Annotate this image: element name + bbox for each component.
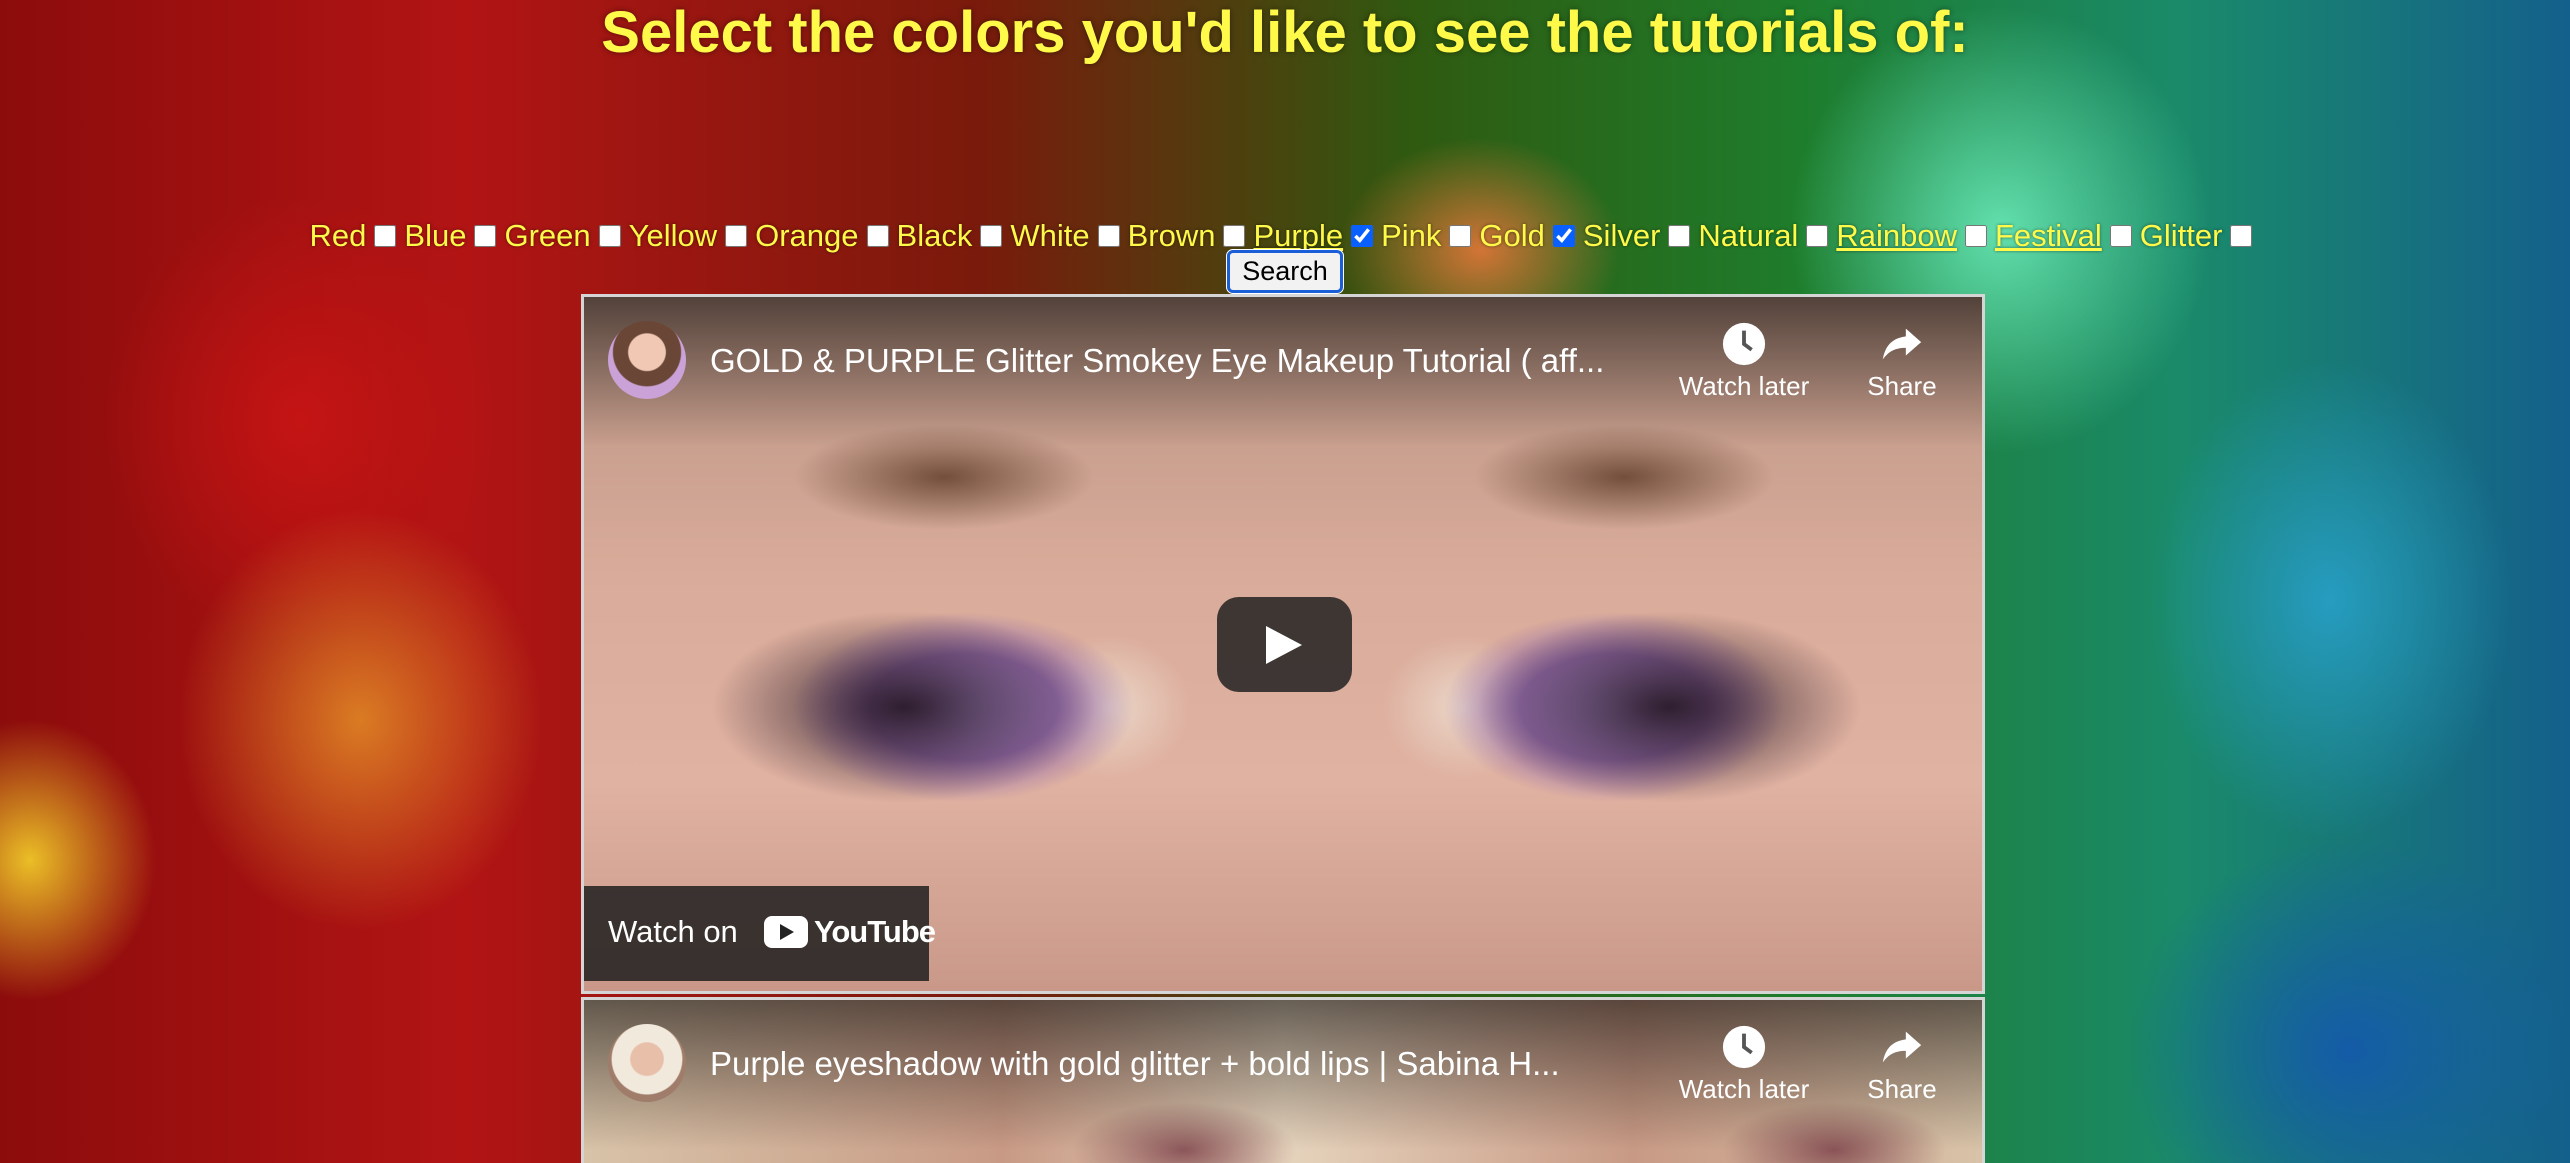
filter-label: Brown (1127, 217, 1216, 253)
checkbox-yellow[interactable] (725, 224, 748, 247)
search-row: Search (0, 249, 2570, 294)
filter-label: Glitter (2139, 217, 2223, 253)
play-icon (1266, 626, 1302, 664)
checkbox-silver[interactable] (1668, 224, 1691, 247)
video-title[interactable]: GOLD & PURPLE Glitter Smokey Eye Makeup … (710, 341, 1650, 381)
filter-label: Pink (1381, 217, 1442, 253)
watch-later-button[interactable]: Watch later (1664, 1024, 1824, 1105)
filter-label: White (1010, 217, 1090, 253)
clock-icon (1722, 1025, 1766, 1069)
watch-later-label: Watch later (1678, 371, 1810, 401)
page-title: Select the colors you'd like to see the … (601, 0, 1969, 65)
filter-label: Blue (404, 217, 467, 253)
checkbox-orange[interactable] (866, 224, 889, 247)
filter-label: Purple (1253, 217, 1344, 253)
checkbox-glitter[interactable] (2230, 224, 2253, 247)
watch-on-label: Watch on (608, 914, 738, 949)
filter-label: Green (504, 217, 591, 253)
channel-avatar[interactable] (608, 321, 686, 399)
watch-on-youtube-button[interactable]: Watch on YouTube (584, 886, 936, 981)
share-arrow-icon (1882, 328, 1922, 360)
checkbox-black[interactable] (980, 224, 1003, 247)
youtube-play-badge (764, 916, 808, 948)
filter-label: Silver (1582, 217, 1661, 253)
filter-label: Orange (755, 217, 859, 253)
watch-later-button[interactable]: Watch later (1664, 321, 1824, 402)
checkbox-festival[interactable] (2109, 224, 2132, 247)
share-label: Share (1867, 371, 1937, 401)
checkbox-white[interactable] (1097, 224, 1120, 247)
filter-label: Black (896, 217, 973, 253)
filter-label: Gold (1479, 217, 1545, 253)
filter-label: Rainbow (1836, 217, 1957, 253)
checkbox-pink[interactable] (1449, 224, 1472, 247)
filter-label: Yellow (628, 217, 718, 253)
search-button[interactable]: Search (1226, 249, 1344, 294)
checkbox-purple[interactable] (1351, 224, 1374, 247)
checkbox-natural[interactable] (1806, 224, 1829, 247)
channel-avatar[interactable] (608, 1024, 686, 1102)
share-label: Share (1867, 1074, 1937, 1104)
filter-label: Festival (1994, 217, 2102, 253)
video-title[interactable]: Purple eyeshadow with gold glitter + bol… (710, 1044, 1650, 1084)
watch-later-label: Watch later (1678, 1074, 1810, 1104)
clock-icon (1722, 322, 1766, 366)
share-arrow-icon (1882, 1031, 1922, 1063)
share-button[interactable]: Share (1822, 1024, 1982, 1105)
video-embed-2[interactable]: Purple eyeshadow with gold glitter + bol… (581, 997, 1985, 1163)
filter-label: Red (309, 217, 367, 253)
youtube-logo-icon: YouTube (764, 914, 936, 950)
checkbox-rainbow[interactable] (1964, 224, 1987, 247)
checkbox-blue[interactable] (474, 224, 497, 247)
filter-label: Natural (1698, 217, 1799, 253)
share-button[interactable]: Share (1822, 321, 1982, 402)
checkbox-brown[interactable] (1223, 224, 1246, 247)
youtube-wordmark: YouTube (814, 914, 936, 949)
checkbox-red[interactable] (374, 224, 397, 247)
checkbox-gold[interactable] (1552, 224, 1575, 247)
checkbox-green[interactable] (598, 224, 621, 247)
play-button[interactable] (1217, 597, 1352, 692)
video-embed-1[interactable]: GOLD & PURPLE Glitter Smokey Eye Makeup … (581, 294, 1985, 994)
